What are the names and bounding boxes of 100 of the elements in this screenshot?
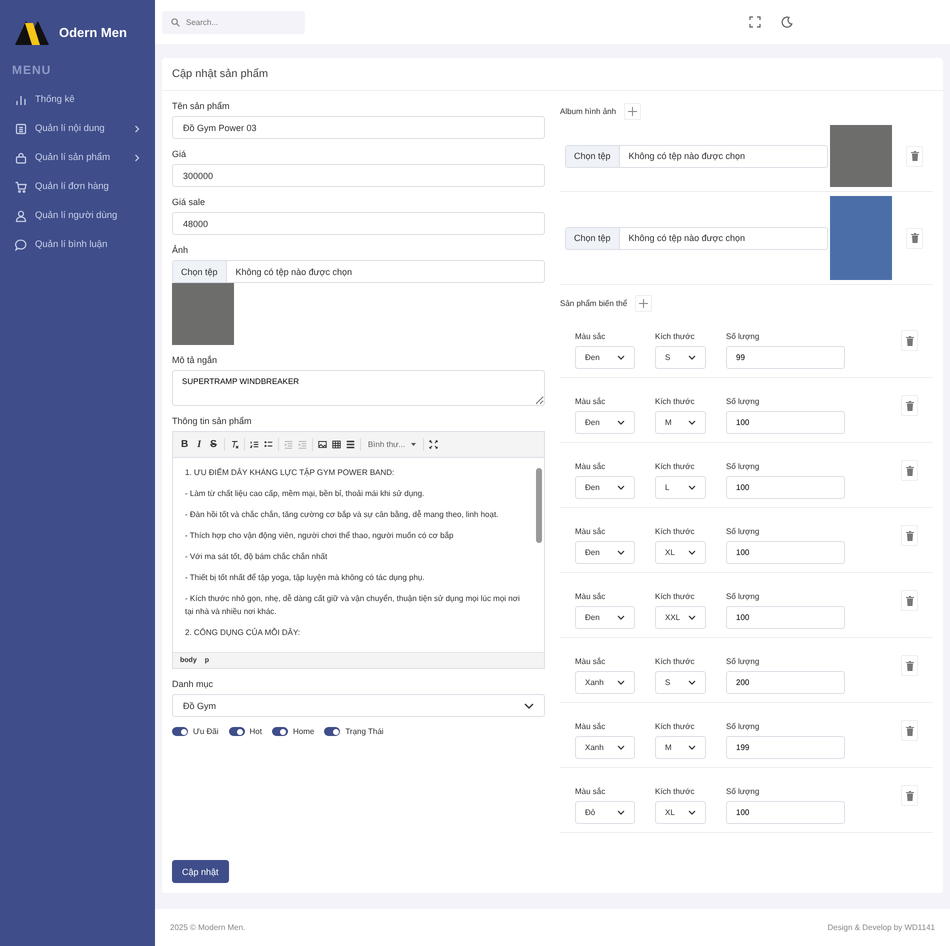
delete-button[interactable] (906, 146, 923, 166)
format-button[interactable]: I (195, 439, 204, 450)
trash-icon (906, 530, 914, 540)
size-select[interactable]: S (655, 346, 706, 369)
size-select[interactable]: XXL (655, 606, 706, 629)
quantity-field[interactable]: 200 (726, 671, 845, 694)
bar-chart-icon (15, 94, 27, 106)
text-field[interactable]: Đồ Gym Power 03 (172, 116, 545, 139)
search-field[interactable]: Search... (162, 10, 305, 34)
editor-paragraph: - Kích thước nhỏ gọn, nhẹ, dễ dàng cất giữ và vận chuyển, thuận tiện sử dụng mọi lúc mọi nơi tại nhà và nhiều nơi khác. (185, 593, 521, 618)
quantity-field[interactable]: 100 (726, 411, 845, 434)
trash-icon (906, 466, 914, 476)
quantity-field[interactable]: 100 (726, 801, 845, 824)
field-label: Màu sắc (575, 332, 606, 341)
numbered-list-icon[interactable] (250, 440, 259, 449)
moon-icon[interactable] (781, 16, 793, 28)
bag-icon (15, 152, 27, 164)
category-select[interactable]: Đồ Gym (172, 694, 545, 717)
choose-file-button[interactable]: Chọn tệp (566, 146, 620, 166)
sidebar-item[interactable]: Quản lí người dùng (0, 201, 155, 230)
quantity-field[interactable]: 100 (726, 476, 845, 499)
color-select[interactable]: Đen (575, 346, 635, 369)
update-button[interactable]: Cập nhật (172, 860, 229, 883)
toggle-switch[interactable] (324, 727, 340, 736)
sidebar-item[interactable]: Thống kê (0, 85, 155, 114)
delete-button[interactable] (901, 720, 918, 741)
size-select[interactable]: XL (655, 541, 706, 564)
delete-button[interactable] (901, 525, 918, 546)
color-select[interactable]: Đỏ (575, 801, 635, 824)
delete-button[interactable] (901, 460, 918, 481)
quantity-field[interactable]: 199 (726, 736, 845, 759)
clear-format-icon[interactable] (230, 440, 239, 449)
quantity-field[interactable]: 100 (726, 606, 845, 629)
add-button[interactable] (635, 294, 652, 312)
chevron-down-icon (617, 355, 625, 360)
delete-button[interactable] (906, 228, 923, 248)
sidebar-item[interactable]: Quản lí đơn hàng (0, 172, 155, 201)
editor-paragraph: - Thích hợp cho vận động viên, người chơi thể thao, người muốn có cơ bắp (185, 530, 454, 542)
chat-icon (15, 238, 27, 250)
format-button[interactable]: S (208, 439, 219, 450)
textarea-field[interactable]: SUPERTRAMP WINDBREAKER (172, 370, 545, 406)
table-icon[interactable] (332, 440, 341, 449)
maximize-icon[interactable] (429, 440, 438, 449)
editor-paragraph: - Với ma sát tốt, độ bám chắc chắn nhất (185, 551, 328, 563)
field-label: Màu sắc (575, 787, 606, 796)
toggle-switch[interactable] (172, 727, 188, 736)
choose-file-button[interactable]: Chọn tệp (173, 261, 227, 282)
color-select[interactable]: Đen (575, 541, 635, 564)
field-label: Màu sắc (575, 592, 606, 601)
trash-icon (906, 660, 914, 670)
document-icon (15, 122, 27, 134)
color-select[interactable]: Đen (575, 606, 635, 629)
delete-button[interactable] (901, 395, 918, 416)
choose-file-button[interactable]: Chọn tệp (566, 228, 620, 248)
field-label: Kích thước (655, 527, 696, 536)
color-select[interactable]: Xanh (575, 736, 635, 759)
file-input[interactable]: Chọn tệp Không có tệp nào được chọn (565, 144, 828, 168)
horizontal-rule-icon[interactable] (346, 440, 355, 449)
delete-button[interactable] (901, 590, 918, 611)
sidebar-item[interactable]: Quản lí nội dung (0, 114, 155, 143)
field-label: Số lượng (726, 462, 760, 471)
color-select[interactable]: Đen (575, 411, 635, 434)
delete-button[interactable] (901, 785, 918, 806)
brand-name: Odern Men (59, 24, 127, 40)
toggle-switch[interactable] (272, 727, 288, 736)
file-status: Không có tệp nào được chọn (234, 266, 354, 279)
size-select[interactable]: M (655, 736, 706, 759)
size-select[interactable]: XL (655, 801, 706, 824)
field-label: Kích thước (655, 397, 696, 406)
size-select[interactable]: L (655, 476, 706, 499)
color-select[interactable]: Xanh (575, 671, 635, 694)
fullscreen-icon[interactable] (749, 16, 761, 28)
field-label: Số lượng (726, 722, 760, 731)
menu-heading: MENU (11, 62, 52, 79)
toggle-switch[interactable] (228, 727, 245, 736)
text-field[interactable]: 48000 (172, 212, 545, 235)
search-icon (171, 18, 180, 26)
plus-icon (639, 298, 648, 308)
format-dropdown[interactable]: Bình thư... (366, 440, 418, 449)
delete-button[interactable] (901, 330, 918, 351)
delete-button[interactable] (901, 655, 918, 676)
sidebar-item[interactable]: Quản lí bình luận (0, 230, 155, 259)
field-label: Màu sắc (575, 657, 606, 666)
size-select[interactable]: S (655, 671, 706, 694)
trash-icon (906, 400, 914, 410)
image-icon[interactable] (318, 440, 327, 449)
file-input[interactable]: Chọn tệp Không có tệp nào được chọn (565, 226, 828, 250)
toggle-label: Home (292, 727, 314, 736)
bullet-list-icon[interactable] (264, 440, 273, 449)
add-button[interactable] (624, 102, 642, 120)
quantity-field[interactable]: 100 (726, 541, 845, 564)
search-input[interactable]: Search... (186, 18, 286, 26)
format-button[interactable]: B (179, 439, 190, 450)
quantity-field[interactable]: 99 (726, 346, 845, 369)
text-field[interactable]: 300000 (172, 164, 545, 187)
size-select[interactable]: M (655, 411, 706, 434)
color-select[interactable]: Đen (575, 476, 635, 499)
editor-paragraph: - Đàn hồi tốt và chắc chắn, tăng cường cơ bắp và sự cân bằng, dễ mang theo, linh hoạt. (185, 509, 500, 521)
file-input[interactable]: Chọn tệp Không có tệp nào được chọn (172, 260, 545, 283)
sidebar-item[interactable]: Quản lí sản phẩm (0, 143, 155, 172)
